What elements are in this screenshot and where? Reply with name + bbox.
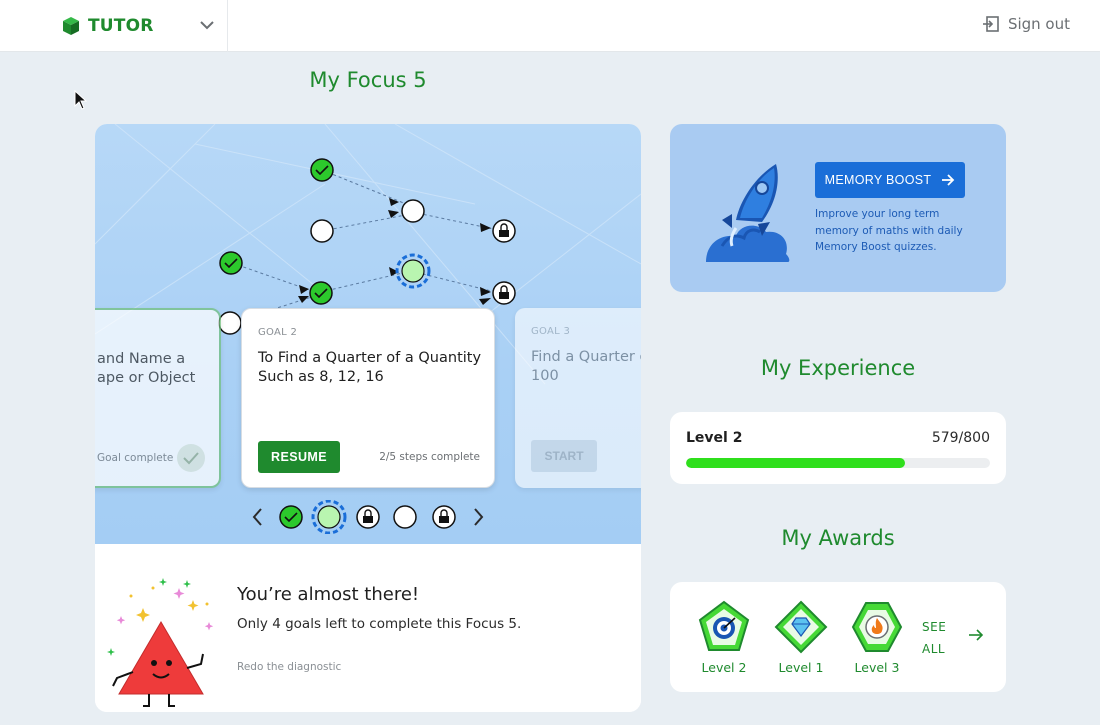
awards-card: Level 2 Level 1 Level 3 SEE ALL bbox=[670, 582, 1006, 692]
see-all-line-2: ALL bbox=[922, 642, 946, 656]
encouragement-section: You’re almost there! Only 4 goals left t… bbox=[95, 544, 641, 712]
experience-card: Level 2 579/800 bbox=[670, 412, 1006, 484]
pager-dot-locked[interactable] bbox=[356, 505, 380, 529]
award-2-label: Level 1 bbox=[778, 660, 824, 675]
check-icon bbox=[183, 452, 199, 465]
mouse-cursor-icon bbox=[74, 90, 88, 110]
goal-card-2[interactable]: GOAL 2 To Find a Quarter of a Quantity S… bbox=[241, 308, 495, 488]
arrow-right-icon[interactable] bbox=[968, 628, 984, 642]
brand-name: TUTOR bbox=[88, 16, 154, 36]
encouragement-title: You’re almost there! bbox=[237, 584, 420, 605]
chevron-down-icon[interactable] bbox=[198, 16, 216, 34]
sign-out-label: Sign out bbox=[1007, 15, 1070, 33]
node-open-icon[interactable] bbox=[310, 219, 334, 243]
awards-title: My Awards bbox=[781, 526, 895, 550]
sign-out-button[interactable]: Sign out bbox=[982, 15, 1070, 33]
chevron-right-icon[interactable] bbox=[474, 508, 484, 526]
goal-1-title-line-2: ape or Object bbox=[97, 370, 196, 386]
goal-3-title-line-1: Find a Quarter o bbox=[531, 349, 641, 365]
node-locked-icon[interactable] bbox=[492, 219, 516, 243]
cube-logo-icon bbox=[63, 17, 79, 35]
goal-1-title: and Name a ape or Object bbox=[97, 350, 237, 388]
goal-complete-badge bbox=[177, 444, 205, 472]
award-3-label: Level 3 bbox=[854, 660, 900, 675]
triangle-mascot-icon bbox=[107, 578, 214, 707]
memory-boost-description: Improve your long term memory of maths w… bbox=[815, 208, 963, 253]
award-badge-3[interactable]: Level 3 bbox=[845, 600, 909, 684]
experience-progress-fill bbox=[686, 458, 905, 468]
goal-3-title: Find a Quarter o 100 bbox=[531, 348, 641, 386]
node-complete-icon[interactable] bbox=[309, 281, 333, 305]
brand-switcher[interactable]: TUTOR bbox=[62, 14, 154, 38]
focus-panel: and Name a ape or Object Goal complete G… bbox=[95, 124, 641, 712]
diamond-icon bbox=[774, 600, 828, 654]
goal-3-label: GOAL 3 bbox=[531, 326, 571, 337]
node-open-icon[interactable] bbox=[401, 199, 425, 223]
experience-points: 579/800 bbox=[931, 430, 990, 446]
goal-map: and Name a ape or Object Goal complete G… bbox=[95, 124, 641, 544]
goal-card-3[interactable]: GOAL 3 Find a Quarter o 100 START bbox=[515, 308, 641, 488]
goal-card-1[interactable]: and Name a ape or Object Goal complete bbox=[95, 308, 221, 488]
header-divider bbox=[227, 0, 228, 52]
pager-dot-complete[interactable] bbox=[279, 505, 303, 529]
goal-2-steps: 2/5 steps complete bbox=[379, 451, 480, 463]
award-badge-2[interactable]: Level 1 bbox=[769, 600, 833, 684]
encouragement-text: Only 4 goals left to complete this Focus… bbox=[237, 616, 522, 632]
pager-dot-current[interactable] bbox=[311, 500, 347, 534]
arrowhead-icon bbox=[480, 287, 491, 296]
pager-dot-open[interactable] bbox=[393, 505, 417, 529]
arrowhead-icon bbox=[479, 298, 491, 305]
node-current-icon[interactable] bbox=[395, 253, 431, 289]
node-complete-icon[interactable] bbox=[219, 251, 243, 275]
experience-progress-bar bbox=[686, 458, 990, 468]
fire-icon bbox=[851, 602, 903, 652]
node-locked-icon[interactable] bbox=[492, 281, 516, 305]
page-title: My Focus 5 bbox=[309, 68, 427, 92]
start-button[interactable]: START bbox=[531, 440, 597, 472]
memory-boost-panel: MEMORY BOOST Improve your long term memo… bbox=[670, 124, 1006, 292]
arrowhead-icon bbox=[298, 296, 309, 303]
rocket-icon bbox=[706, 164, 790, 262]
memory-boost-button[interactable]: MEMORY BOOST bbox=[815, 162, 965, 198]
goal-2-title-line-2: Such as 8, 12, 16 bbox=[258, 369, 384, 385]
arrow-right-icon bbox=[942, 174, 955, 186]
see-all-line-1: SEE bbox=[922, 620, 947, 634]
goal-3-title-line-2: 100 bbox=[531, 368, 559, 384]
target-icon bbox=[698, 600, 750, 651]
goal-2-title: To Find a Quarter of a Quantity Such as … bbox=[258, 349, 481, 387]
experience-level: Level 2 bbox=[686, 430, 743, 446]
award-badge-1[interactable]: Level 2 bbox=[692, 600, 756, 684]
goal-1-status: Goal complete bbox=[97, 452, 174, 464]
arrowhead-icon bbox=[480, 223, 491, 232]
node-open-icon[interactable] bbox=[218, 311, 242, 335]
top-bar: TUTOR Sign out bbox=[0, 0, 1100, 52]
experience-title: My Experience bbox=[760, 356, 916, 380]
resume-button[interactable]: RESUME bbox=[258, 441, 340, 473]
sign-out-icon bbox=[982, 16, 999, 32]
arrowhead-icon bbox=[388, 210, 399, 218]
goal-1-title-line-1: and Name a bbox=[97, 351, 186, 367]
award-1-label: Level 2 bbox=[701, 660, 747, 675]
node-complete-icon[interactable] bbox=[310, 158, 334, 182]
arrowhead-icon bbox=[299, 285, 309, 294]
memory-boost-label: MEMORY BOOST bbox=[824, 173, 932, 187]
goal-pager bbox=[252, 500, 484, 534]
see-all-link[interactable]: SEE ALL bbox=[922, 616, 946, 660]
chevron-left-icon[interactable] bbox=[252, 508, 262, 526]
redo-diagnostic-link[interactable]: Redo the diagnostic bbox=[237, 661, 341, 673]
goal-2-label: GOAL 2 bbox=[258, 327, 298, 338]
pager-dot-locked[interactable] bbox=[432, 505, 456, 529]
goal-2-title-line-1: To Find a Quarter of a Quantity bbox=[258, 350, 482, 366]
